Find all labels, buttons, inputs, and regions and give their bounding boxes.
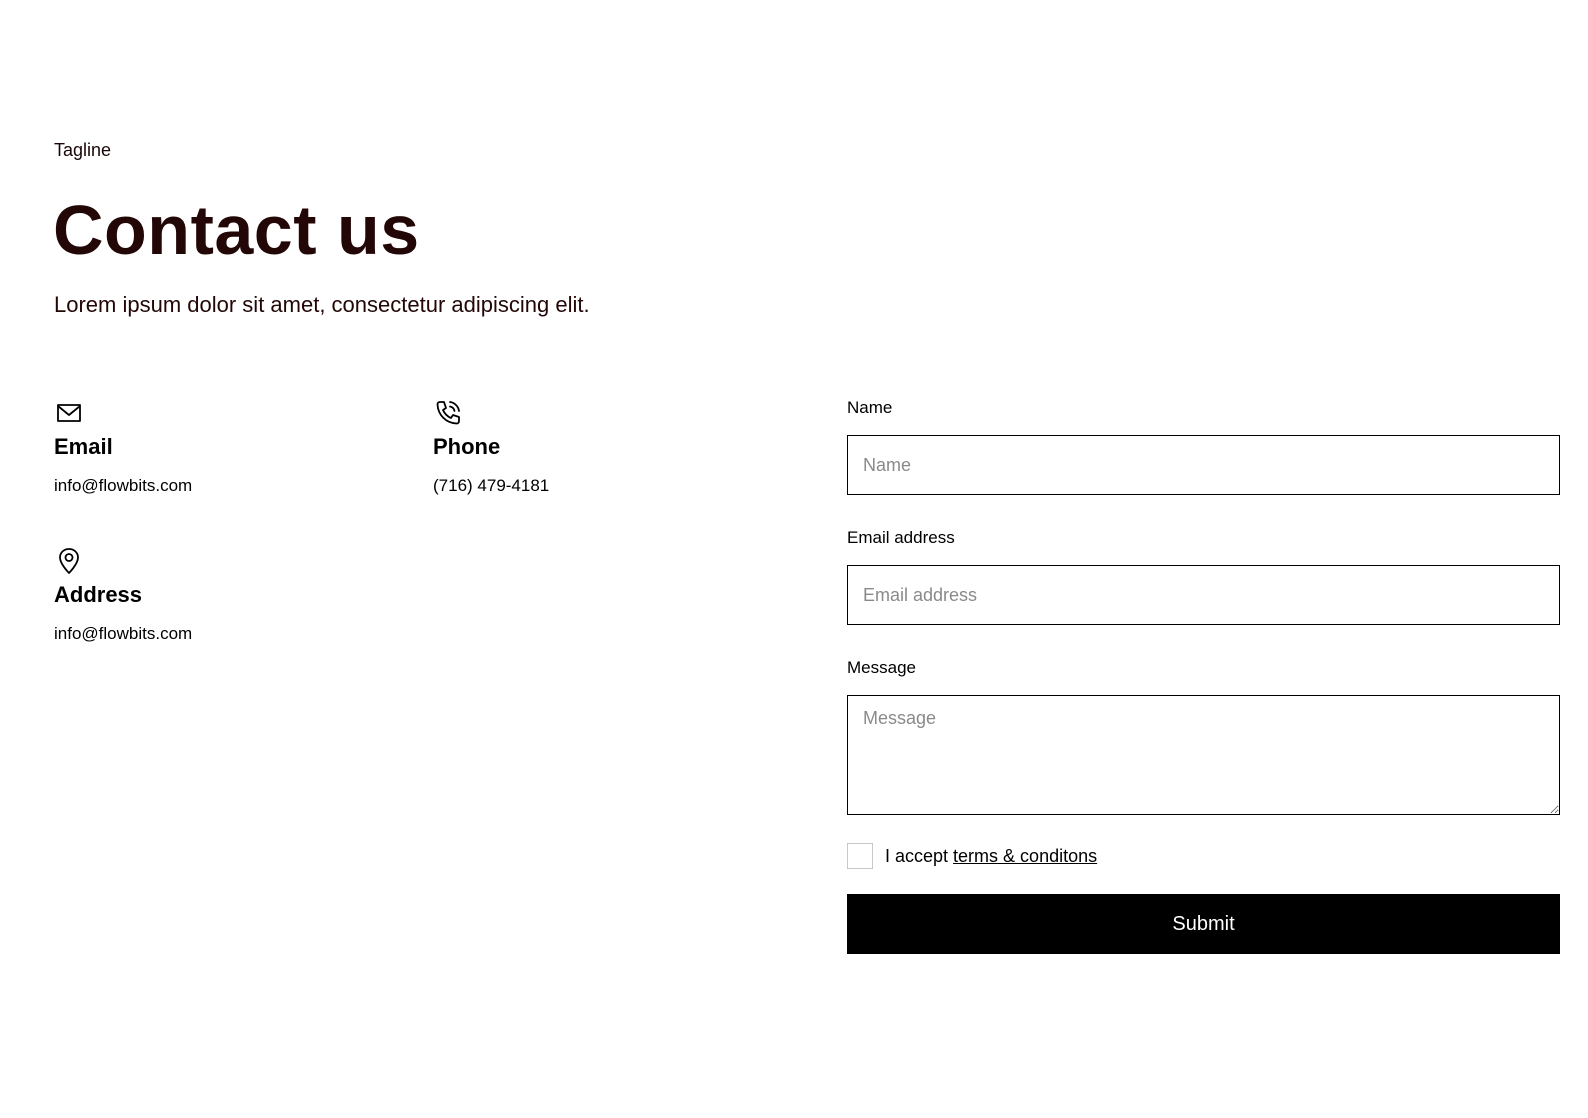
message-field-group: Message (847, 658, 1560, 815)
name-input[interactable] (847, 435, 1560, 495)
contact-address-value: info@flowbits.com (54, 624, 193, 643)
contact-phone-value[interactable]: (716) 479-4181 (433, 476, 733, 496)
contact-address-block: Address info@flowbits.com (54, 546, 354, 644)
name-field-group: Name (847, 398, 1560, 495)
email-label: Email address (847, 528, 955, 547)
contact-email-block: Email info@flowbits.com (54, 398, 354, 496)
phone-icon (433, 398, 463, 428)
message-label: Message (847, 658, 916, 677)
terms-link[interactable]: terms & conditons (953, 846, 1097, 866)
mail-icon (54, 398, 84, 428)
terms-row: I accept terms & conditons (847, 843, 1560, 869)
email-field-group: Email address (847, 528, 1560, 625)
page-subtitle: Lorem ipsum dolor sit amet, consectetur … (54, 292, 590, 317)
contact-phone-block: Phone (716) 479-4181 (433, 398, 733, 496)
contact-phone-title: Phone (433, 434, 501, 459)
contact-email-title: Email (54, 434, 113, 459)
terms-prefix: I accept (885, 845, 954, 866)
contact-form: Name Email address Message I accept term… (847, 398, 1560, 954)
contact-address-title: Address (54, 582, 143, 607)
submit-button[interactable]: Submit (847, 894, 1560, 954)
email-input[interactable] (847, 565, 1560, 625)
page-title: Contact us (53, 191, 420, 269)
message-textarea[interactable] (847, 695, 1560, 815)
name-label: Name (847, 398, 893, 417)
contact-email-value[interactable]: info@flowbits.com (54, 476, 354, 496)
map-pin-icon (54, 546, 84, 576)
tagline: Tagline (54, 140, 112, 160)
terms-checkbox[interactable] (847, 843, 873, 869)
terms-text: I accept terms & conditons (885, 846, 1097, 867)
